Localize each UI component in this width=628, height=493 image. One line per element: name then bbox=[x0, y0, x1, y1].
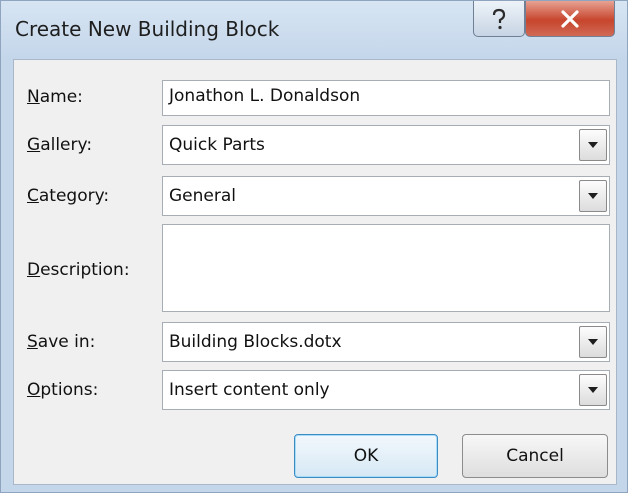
dropdown-arrow-icon bbox=[588, 142, 598, 148]
close-button[interactable] bbox=[525, 1, 615, 37]
cancel-button[interactable]: Cancel bbox=[462, 434, 608, 478]
ok-button-label: OK bbox=[353, 446, 379, 466]
cancel-button-label: Cancel bbox=[506, 446, 564, 466]
description-label: Description: bbox=[27, 260, 130, 280]
save-in-dropdown-button[interactable] bbox=[579, 326, 607, 358]
options-dropdown[interactable]: Insert content only bbox=[162, 370, 610, 410]
dropdown-arrow-icon bbox=[588, 193, 598, 199]
category-value: General bbox=[169, 186, 236, 206]
help-icon bbox=[492, 8, 506, 29]
dialog-body: Name: Jonathon L. Donaldson Gallery: Qui… bbox=[13, 59, 617, 485]
options-label: Options: bbox=[27, 380, 99, 400]
options-dropdown-button[interactable] bbox=[579, 374, 607, 406]
save-in-value: Building Blocks.dotx bbox=[169, 332, 342, 352]
save-in-label: Save in: bbox=[27, 332, 96, 352]
dropdown-arrow-icon bbox=[588, 387, 598, 393]
options-value: Insert content only bbox=[169, 380, 330, 400]
description-textarea[interactable] bbox=[162, 224, 610, 312]
close-icon bbox=[561, 9, 579, 28]
category-dropdown-button[interactable] bbox=[579, 180, 607, 212]
name-label: Name: bbox=[27, 87, 83, 107]
gallery-value: Quick Parts bbox=[169, 135, 265, 155]
gallery-dropdown-button[interactable] bbox=[579, 129, 607, 161]
name-input[interactable]: Jonathon L. Donaldson bbox=[162, 80, 610, 116]
dropdown-arrow-icon bbox=[588, 339, 598, 345]
save-in-dropdown[interactable]: Building Blocks.dotx bbox=[162, 322, 610, 362]
gallery-label: Gallery: bbox=[27, 135, 93, 155]
category-dropdown[interactable]: General bbox=[162, 176, 610, 216]
dialog-title: Create New Building Block bbox=[15, 17, 280, 41]
ok-button[interactable]: OK bbox=[294, 434, 438, 478]
help-button[interactable] bbox=[473, 1, 525, 37]
category-label: Category: bbox=[27, 186, 110, 206]
title-bar[interactable]: Create New Building Block bbox=[1, 1, 627, 59]
gallery-dropdown[interactable]: Quick Parts bbox=[162, 125, 610, 165]
create-building-block-dialog: Create New Building Block Name: Jonathon… bbox=[0, 0, 628, 493]
name-value: Jonathon L. Donaldson bbox=[169, 86, 361, 106]
